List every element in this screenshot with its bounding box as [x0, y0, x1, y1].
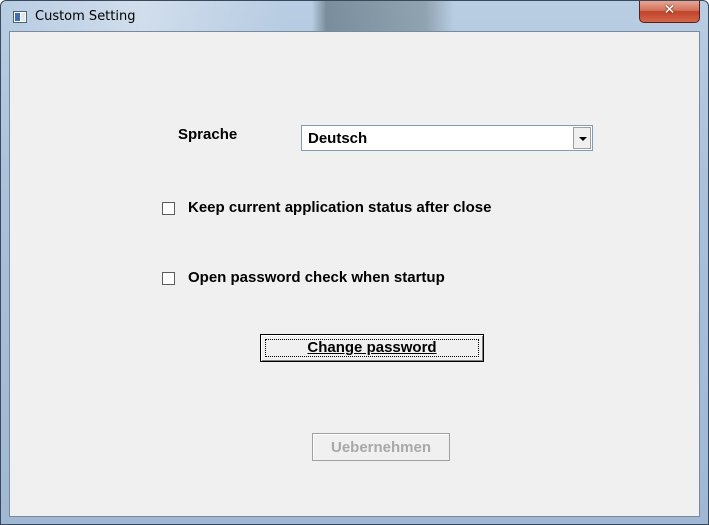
chevron-down-icon[interactable] [573, 127, 591, 149]
dialog-body: Sprache Deutsch Keep current application… [9, 31, 700, 517]
change-password-label: Change password [307, 339, 437, 356]
language-selected-value: Deutsch [308, 130, 368, 147]
password-check-label[interactable]: Open password check when startup [188, 269, 445, 286]
keep-status-checkbox[interactable] [162, 202, 175, 215]
dialog-window: Custom Setting ✕ Sprache Deutsch Keep cu… [0, 0, 709, 525]
keep-status-label[interactable]: Keep current application status after cl… [188, 199, 491, 216]
apply-button[interactable]: Uebernehmen [312, 433, 450, 461]
change-password-button[interactable]: Change password [260, 334, 484, 362]
window-title: Custom Setting [35, 9, 136, 24]
language-dropdown[interactable]: Deutsch [301, 125, 593, 151]
close-button[interactable]: ✕ [639, 1, 700, 23]
apply-label: Uebernehmen [330, 439, 432, 456]
language-label: Sprache [178, 126, 238, 143]
app-window-icon [13, 11, 27, 23]
title-bar[interactable]: Custom Setting ✕ [1, 1, 708, 31]
close-icon: ✕ [663, 2, 676, 18]
password-check-checkbox[interactable] [162, 272, 175, 285]
